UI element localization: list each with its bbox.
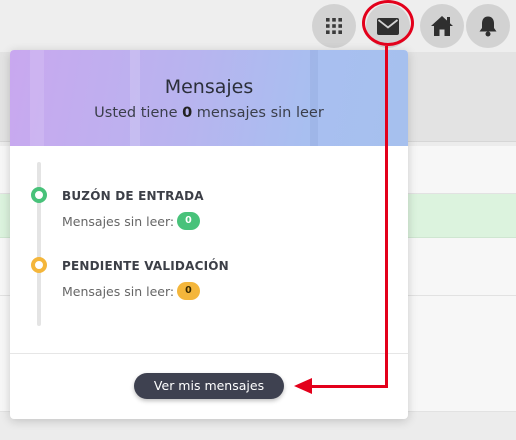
messages-title: Mensajes	[164, 76, 254, 98]
envelope-icon	[377, 17, 399, 35]
messages-subtitle: Usted tiene 0 mensajes sin leer	[10, 105, 408, 121]
annotation-arrow-head-icon	[294, 378, 312, 394]
inbox-unread-line: Mensajes sin leer: 0	[62, 212, 200, 230]
inbox-label[interactable]: BUZÓN DE ENTRADA	[62, 189, 204, 203]
pending-status-dot	[31, 257, 47, 273]
home-icon	[431, 16, 453, 36]
home-button[interactable]	[420, 4, 464, 48]
inbox-unread-label: Mensajes sin leer:	[62, 213, 175, 229]
apps-grid-icon	[326, 18, 342, 34]
pending-unread-line: Mensajes sin leer: 0	[62, 282, 200, 300]
subtitle-prefix: Usted tiene	[94, 105, 183, 121]
view-messages-button[interactable]: Ver mis mensajes	[134, 373, 284, 399]
annotation-arrow-vertical	[385, 46, 388, 388]
annotation-arrow-horizontal	[308, 385, 388, 388]
apps-button[interactable]	[312, 4, 356, 48]
inbox-status-dot	[31, 187, 47, 203]
bell-icon	[479, 16, 497, 37]
notifications-button[interactable]	[466, 4, 510, 48]
messages-header: Mensajes Usted tiene 0 mensajes sin leer	[10, 50, 408, 146]
header-decoration	[310, 50, 318, 146]
unread-count: 0	[182, 105, 193, 121]
pending-unread-label: Mensajes sin leer:	[62, 283, 175, 299]
inbox-count-badge: 0	[177, 212, 200, 230]
pending-count-badge: 0	[177, 282, 200, 300]
messages-button[interactable]	[366, 4, 410, 48]
messages-dropdown: Mensajes Usted tiene 0 mensajes sin leer…	[10, 50, 408, 419]
pending-validation-label[interactable]: PENDIENTE VALIDACIÓN	[62, 259, 229, 273]
header-decoration	[30, 50, 44, 146]
header-decoration	[130, 50, 140, 146]
panel-divider	[10, 353, 408, 354]
subtitle-suffix: mensajes sin leer	[192, 105, 324, 121]
